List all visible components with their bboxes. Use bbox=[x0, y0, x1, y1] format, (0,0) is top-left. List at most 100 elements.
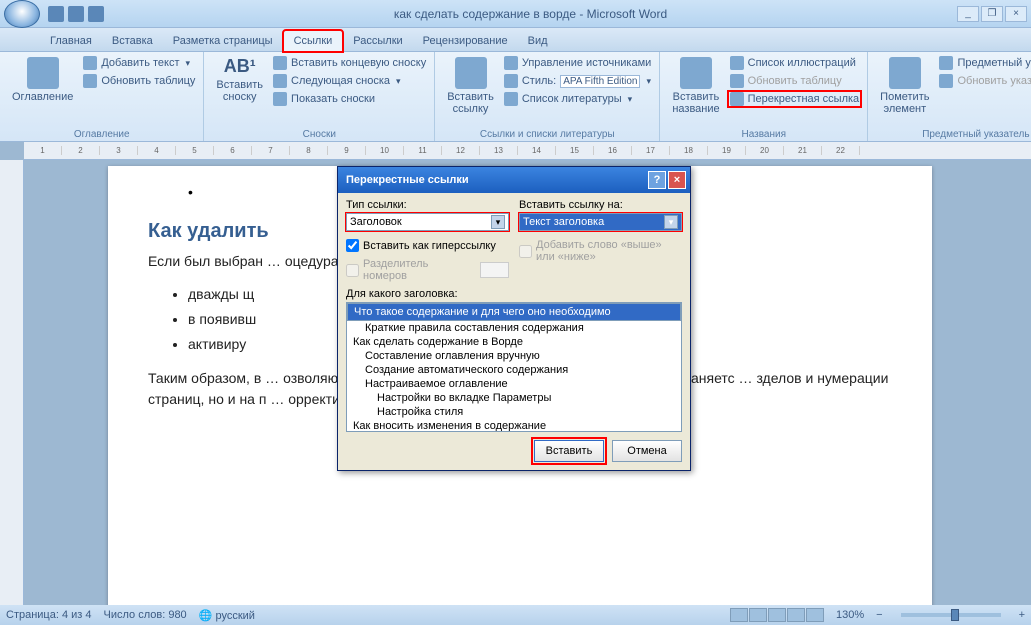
quick-access-toolbar bbox=[48, 6, 104, 22]
next-footnote-button[interactable]: Следующая сноска▾ bbox=[271, 73, 428, 89]
cross-reference-button[interactable]: Перекрестная ссылка bbox=[728, 91, 862, 107]
zoom-slider[interactable] bbox=[901, 613, 1001, 617]
status-bar: Страница: 4 из 4 Число слов: 980 🌐 русск… bbox=[0, 605, 1031, 625]
dialog-close-button[interactable]: × bbox=[668, 171, 686, 189]
horizontal-ruler[interactable]: 12345678910111213141516171819202122 bbox=[24, 142, 1031, 160]
title-bar: как сделать содержание в ворде - Microso… bbox=[0, 0, 1031, 28]
type-label: Тип ссылки: bbox=[346, 199, 509, 211]
add-text-icon bbox=[83, 56, 97, 70]
list-item[interactable]: Как сделать содержание в Ворде bbox=[347, 335, 681, 349]
insert-caption-button[interactable]: Вставить название bbox=[666, 55, 725, 117]
biblio-icon bbox=[504, 92, 518, 106]
page-status[interactable]: Страница: 4 из 4 bbox=[6, 609, 92, 621]
citation-icon bbox=[455, 57, 487, 89]
mark-entry-icon bbox=[889, 57, 921, 89]
separator-input bbox=[480, 262, 509, 278]
insert-on-label: Вставить ссылку на: bbox=[519, 199, 682, 211]
update-idx-icon bbox=[939, 74, 953, 88]
undo-icon[interactable] bbox=[68, 6, 84, 22]
toc-button[interactable]: Оглавление bbox=[6, 55, 79, 105]
cancel-button[interactable]: Отмена bbox=[612, 440, 682, 462]
above-below-checkbox: Добавить слово «выше» или «ниже» bbox=[519, 239, 682, 263]
group-captions: Вставить название Список иллюстраций Обн… bbox=[660, 52, 868, 141]
maximize-button[interactable]: ❐ bbox=[981, 6, 1003, 22]
outline-view[interactable] bbox=[787, 608, 805, 622]
citation-style[interactable]: Стиль: APA Fifth Edition▾ bbox=[502, 73, 653, 89]
list-item[interactable]: Как вносить изменения в содержание bbox=[347, 419, 681, 432]
draft-view[interactable] bbox=[806, 608, 824, 622]
view-buttons bbox=[730, 608, 824, 622]
web-layout-view[interactable] bbox=[768, 608, 786, 622]
list-item[interactable]: Краткие правила составления содержания bbox=[347, 321, 681, 335]
update-icon bbox=[83, 74, 97, 88]
list-item[interactable]: Что такое содержание и для чего оно необ… bbox=[347, 303, 681, 321]
index-icon bbox=[939, 56, 953, 70]
insert-index-button[interactable]: Предметный указатель bbox=[937, 55, 1031, 71]
bibliography-button[interactable]: Список литературы▾ bbox=[502, 91, 653, 107]
insert-footnote-button[interactable]: AB¹Вставить сноску bbox=[210, 55, 269, 105]
update-tbl-icon bbox=[730, 74, 744, 88]
list-item[interactable]: Настройки во вкладке Параметры bbox=[347, 391, 681, 405]
dialog-title: Перекрестные ссылки bbox=[342, 174, 646, 186]
list-fig-icon bbox=[730, 56, 744, 70]
save-icon[interactable] bbox=[48, 6, 64, 22]
dialog-body: Тип ссылки: Заголовок▾ Вставить ссылку н… bbox=[338, 193, 690, 470]
window-title: как сделать содержание в ворде - Microso… bbox=[104, 7, 957, 21]
redo-icon[interactable] bbox=[88, 6, 104, 22]
zoom-level[interactable]: 130% bbox=[836, 609, 864, 621]
list-item[interactable]: Настраиваемое оглавление bbox=[347, 377, 681, 391]
reference-type-select[interactable]: Заголовок▾ bbox=[346, 213, 509, 231]
cross-reference-dialog: Перекрестные ссылки ? × Тип ссылки: Заго… bbox=[337, 166, 691, 471]
minimize-button[interactable]: _ bbox=[957, 6, 979, 22]
hyperlink-checkbox[interactable]: Вставить как гиперссылку bbox=[346, 239, 509, 252]
update-toc-button[interactable]: Обновить таблицу bbox=[81, 73, 197, 89]
insert-reference-to-select[interactable]: Текст заголовка▾ bbox=[519, 213, 682, 231]
group-citations: Вставить ссылку Управление источниками С… bbox=[435, 52, 660, 141]
list-figures-button[interactable]: Список иллюстраций bbox=[728, 55, 862, 71]
zoom-out-button[interactable]: − bbox=[876, 609, 882, 621]
print-layout-view[interactable] bbox=[730, 608, 748, 622]
tab-insert[interactable]: Вставка bbox=[102, 31, 163, 51]
dialog-titlebar[interactable]: Перекрестные ссылки ? × bbox=[338, 167, 690, 193]
caption-icon bbox=[680, 57, 712, 89]
ribbon-tabs: Главная Вставка Разметка страницы Ссылки… bbox=[0, 28, 1031, 52]
window-controls: _ ❐ × bbox=[957, 6, 1027, 22]
insert-endnote-button[interactable]: Вставить концевую сноску bbox=[271, 55, 428, 71]
insert-button[interactable]: Вставить bbox=[534, 440, 604, 462]
heading-listbox[interactable]: Что такое содержание и для чего оно необ… bbox=[346, 302, 682, 432]
tab-view[interactable]: Вид bbox=[518, 31, 558, 51]
office-button[interactable] bbox=[4, 0, 40, 28]
list-item[interactable]: Настройка стиля bbox=[347, 405, 681, 419]
group-toc: Оглавление Добавить текст▾ Обновить табл… bbox=[0, 52, 204, 141]
show-footnotes-button[interactable]: Показать сноски bbox=[271, 91, 428, 107]
zoom-thumb[interactable] bbox=[951, 609, 959, 621]
help-button[interactable]: ? bbox=[648, 171, 666, 189]
insert-citation-button[interactable]: Вставить ссылку bbox=[441, 55, 500, 117]
tab-review[interactable]: Рецензирование bbox=[413, 31, 518, 51]
tab-layout[interactable]: Разметка страницы bbox=[163, 31, 283, 51]
mark-entry-button[interactable]: Пометить элемент bbox=[874, 55, 935, 117]
chevron-down-icon: ▾ bbox=[664, 215, 678, 229]
full-screen-view[interactable] bbox=[749, 608, 767, 622]
manage-icon bbox=[504, 56, 518, 70]
lang-status[interactable]: 🌐 русский bbox=[199, 609, 255, 622]
tab-mailings[interactable]: Рассылки bbox=[343, 31, 412, 51]
update-table-button: Обновить таблицу bbox=[728, 73, 862, 89]
list-item[interactable]: Создание автоматического содержания bbox=[347, 363, 681, 377]
close-button[interactable]: × bbox=[1005, 6, 1027, 22]
list-item[interactable]: Составление оглавления вручную bbox=[347, 349, 681, 363]
manage-sources-button[interactable]: Управление источниками bbox=[502, 55, 653, 71]
add-text-button[interactable]: Добавить текст▾ bbox=[81, 55, 197, 71]
word-count[interactable]: Число слов: 980 bbox=[104, 609, 187, 621]
cross-ref-icon bbox=[730, 92, 744, 106]
endnote-icon bbox=[273, 56, 287, 70]
tab-references[interactable]: Ссылки bbox=[283, 30, 344, 52]
vertical-ruler[interactable] bbox=[0, 160, 24, 605]
chevron-down-icon: ▾ bbox=[491, 215, 505, 229]
group-index: Пометить элемент Предметный указатель Об… bbox=[868, 52, 1031, 141]
ab-icon: AB¹ bbox=[224, 57, 256, 77]
zoom-in-button[interactable]: + bbox=[1019, 609, 1025, 621]
style-icon bbox=[504, 74, 518, 88]
separator-row: Разделитель номеров bbox=[346, 258, 509, 282]
tab-home[interactable]: Главная bbox=[40, 31, 102, 51]
